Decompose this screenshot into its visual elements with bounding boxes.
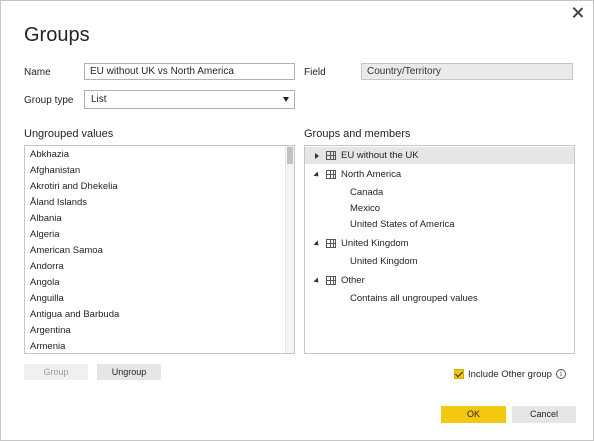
info-icon[interactable]: i <box>556 369 566 379</box>
tree-member[interactable]: Mexico <box>350 201 380 217</box>
group-table-icon <box>326 151 336 160</box>
collapse-arrow-icon[interactable] <box>313 240 321 248</box>
field-input: Country/Territory <box>361 63 573 80</box>
groups-tree[interactable]: EU without the UK North America Canada Mexi… <box>304 145 575 354</box>
group-type-select[interactable]: List <box>84 90 295 109</box>
dialog-title: Groups <box>24 24 90 46</box>
list-item[interactable]: Anguilla <box>25 291 294 307</box>
group-type-value: List <box>91 94 107 105</box>
list-item[interactable]: Albania <box>25 211 294 227</box>
tree-group-label: EU without the UK <box>341 150 419 161</box>
include-other-label: Include Other group <box>468 369 552 380</box>
list-item[interactable]: Antigua and Barbuda <box>25 307 294 323</box>
cancel-button[interactable]: Cancel <box>512 406 576 423</box>
include-other-checkbox[interactable] <box>454 369 464 379</box>
tree-member[interactable]: Contains all ungrouped values <box>350 291 478 307</box>
list-item[interactable]: American Samoa <box>25 243 294 259</box>
field-label: Field <box>304 67 326 78</box>
group-table-icon <box>326 276 336 285</box>
tree-group-row[interactable]: North America <box>305 166 574 183</box>
list-item[interactable]: Akrotiri and Dhekelia <box>25 179 294 195</box>
groups-heading: Groups and members <box>304 128 411 140</box>
list-item[interactable]: Algeria <box>25 227 294 243</box>
name-label: Name <box>24 67 51 78</box>
tree-member[interactable]: Canada <box>350 185 383 201</box>
collapse-arrow-icon[interactable] <box>313 277 321 285</box>
tree-group-label: North America <box>341 169 402 180</box>
tree-group-row[interactable]: United Kingdom <box>305 235 574 252</box>
tree-member[interactable]: United States of America <box>350 217 455 233</box>
tree-group-label: Other <box>341 275 365 286</box>
tree-group-row[interactable]: EU without the UK <box>305 147 574 164</box>
list-item[interactable]: Åland Islands <box>25 195 294 211</box>
scrollbar-thumb[interactable] <box>287 147 293 164</box>
group-table-icon <box>326 170 336 179</box>
ok-button[interactable]: OK <box>441 406 506 423</box>
expand-arrow-icon[interactable] <box>315 153 319 159</box>
tree-member[interactable]: United Kingdom <box>350 254 418 270</box>
list-item[interactable]: Abkhazia <box>25 147 294 163</box>
tree-group-label: United Kingdom <box>341 238 409 249</box>
group-table-icon <box>326 239 336 248</box>
list-item[interactable]: Armenia <box>25 339 294 353</box>
ungrouped-list[interactable]: Abkhazia Afghanistan Akrotiri and Dhekelia… <box>24 145 295 354</box>
group-type-label: Group type <box>24 95 74 106</box>
chevron-down-icon <box>283 97 289 102</box>
close-icon[interactable] <box>569 4 587 22</box>
groups-dialog: Groups Name EU without UK vs North Ameri… <box>0 0 594 441</box>
list-item[interactable]: Afghanistan <box>25 163 294 179</box>
ungrouped-heading: Ungrouped values <box>24 128 114 140</box>
list-item[interactable]: Argentina <box>25 323 294 339</box>
list-item[interactable]: Angola <box>25 275 294 291</box>
name-input[interactable]: EU without UK vs North America <box>84 63 295 80</box>
tree-group-row[interactable]: Other <box>305 272 574 289</box>
list-item[interactable]: Andorra <box>25 259 294 275</box>
group-button[interactable]: Group <box>24 364 88 380</box>
collapse-arrow-icon[interactable] <box>313 171 321 179</box>
ungroup-button[interactable]: Ungroup <box>97 364 161 380</box>
scrollbar[interactable] <box>285 146 294 353</box>
